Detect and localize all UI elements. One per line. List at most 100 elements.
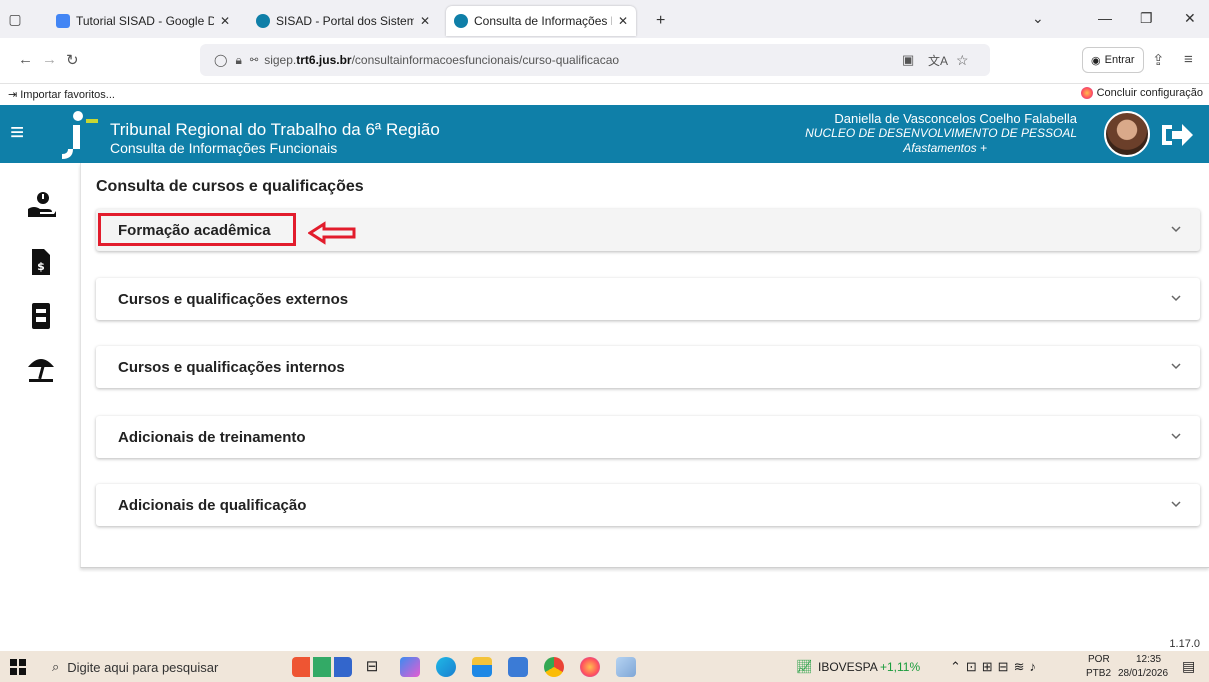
signin-label: Entrar bbox=[1104, 54, 1135, 66]
setup-link[interactable]: Concluir configuração bbox=[1080, 87, 1203, 99]
close-tab-icon[interactable]: ✕ bbox=[618, 14, 628, 28]
browser-nav-bar: ← → ↻ ◯ 🔒︎ ⚯ sigep. trt6.jus.br/consultai… bbox=[0, 38, 1209, 84]
permissions-icon[interactable]: ⚯ bbox=[250, 55, 258, 66]
bookmark-star-icon[interactable]: ☆ bbox=[956, 52, 969, 69]
edge-browser-icon[interactable] bbox=[436, 657, 456, 677]
restore-icon[interactable]: ❐ bbox=[1140, 10, 1153, 27]
chevron-down-icon[interactable]: ⌄ bbox=[1032, 10, 1044, 27]
panel-cursos-internos[interactable]: Cursos e qualificações internos bbox=[96, 346, 1200, 388]
url-prefix: sigep. bbox=[264, 53, 297, 67]
copilot-icon[interactable] bbox=[400, 657, 420, 677]
invoice-icon[interactable]: $ bbox=[26, 247, 56, 277]
panel-cursos-externos[interactable]: Cursos e qualificações externos bbox=[96, 278, 1200, 320]
translate-icon[interactable]: 文A bbox=[928, 52, 948, 69]
trt6-logo-icon bbox=[62, 111, 98, 159]
file-explorer-icon[interactable] bbox=[472, 657, 492, 677]
menu-icon[interactable]: ≡ bbox=[1184, 51, 1193, 68]
tab-consulta-informacoes[interactable]: Consulta de Informações Funcio ✕ bbox=[446, 6, 637, 36]
lock-icon[interactable]: 🔒︎ bbox=[235, 53, 241, 68]
user-name: Daniella de Vasconcelos Coelho Falabella bbox=[834, 111, 1077, 126]
close-tab-icon[interactable]: ✕ bbox=[220, 14, 230, 28]
system-name: Consulta de Informações Funcionais bbox=[110, 140, 338, 156]
windows-start-icon[interactable] bbox=[10, 659, 26, 675]
page-title: Consulta de cursos e qualificações bbox=[96, 178, 364, 195]
tab-title: Tutorial SISAD - Google Docs bbox=[76, 14, 214, 28]
taskbar-search-input[interactable]: ⌕ Digite aqui para pesquisar bbox=[48, 655, 266, 679]
panel-adicionais-qualificacao[interactable]: Adicionais de qualificação bbox=[96, 484, 1200, 526]
search-icon: ⌕ bbox=[52, 659, 60, 674]
user-status-link[interactable]: Afastamentos + bbox=[717, 141, 1077, 156]
highlight-box bbox=[98, 213, 296, 246]
paint-brushes-icon[interactable] bbox=[292, 657, 352, 677]
panel-label: Adicionais de treinamento bbox=[118, 428, 306, 446]
import-icon: ⇥ bbox=[8, 89, 18, 101]
google-docs-icon bbox=[56, 14, 70, 28]
tab-title: SISAD - Portal dos Sistemas Adi bbox=[276, 14, 414, 28]
panel-label: Cursos e qualificações externos bbox=[118, 290, 349, 308]
tab-sisad-portal[interactable]: SISAD - Portal dos Sistemas Adi ✕ bbox=[248, 6, 438, 36]
system-tray-icons[interactable]: ⌃⊡⊞⊟≋♪ bbox=[950, 659, 1041, 675]
clock-date[interactable]: 28/01/2026 bbox=[1118, 668, 1168, 679]
avatar[interactable] bbox=[1104, 111, 1150, 157]
hand-money-icon[interactable] bbox=[26, 189, 56, 219]
stock-name[interactable]: IBOVESPA bbox=[818, 660, 878, 674]
close-window-icon[interactable]: ✕ bbox=[1184, 10, 1196, 27]
firefox-taskbar-icon[interactable] bbox=[580, 657, 600, 677]
chevron-down-icon bbox=[1171, 433, 1181, 440]
chevron-down-icon bbox=[1171, 226, 1181, 233]
stock-chart-icon: 📈︎ bbox=[796, 659, 813, 674]
panel-label: Adicionais de qualificação bbox=[118, 496, 307, 514]
chevron-down-icon bbox=[1171, 363, 1181, 370]
tab-list-icon[interactable]: ▢ bbox=[6, 10, 24, 28]
lang-bottom[interactable]: PTB2 bbox=[1086, 668, 1111, 679]
account-icon: ◉ bbox=[1091, 54, 1101, 67]
back-icon[interactable]: ← bbox=[18, 51, 33, 68]
trt-favicon-icon bbox=[454, 14, 468, 28]
trt-favicon-icon bbox=[256, 14, 270, 28]
reader-view-icon[interactable]: ▣ bbox=[902, 52, 914, 68]
store-icon[interactable] bbox=[508, 657, 528, 677]
chevron-down-icon bbox=[1171, 501, 1181, 508]
shield-icon[interactable]: ◯ bbox=[214, 53, 227, 67]
panel-adicionais-treinamento[interactable]: Adicionais de treinamento bbox=[96, 416, 1200, 458]
close-tab-icon[interactable]: ✕ bbox=[420, 14, 430, 28]
panel-label: Cursos e qualificações internos bbox=[118, 358, 345, 376]
setup-label: Concluir configuração bbox=[1096, 87, 1203, 99]
logout-icon[interactable] bbox=[1160, 121, 1194, 149]
org-name: Tribunal Regional do Trabalho da 6ª Regi… bbox=[110, 120, 440, 139]
url-path: /consultainformacoesfuncionais/curso-qua… bbox=[351, 53, 620, 67]
bookmarks-bar: ⇥ Importar favoritos... Concluir configu… bbox=[0, 84, 1209, 105]
minimize-icon[interactable]: — bbox=[1098, 10, 1112, 26]
forward-icon[interactable]: → bbox=[42, 51, 57, 68]
reload-icon[interactable]: ↻ bbox=[66, 51, 79, 69]
task-view-icon[interactable]: ⊟ bbox=[362, 657, 382, 677]
user-unit: NUCLEO DE DESENVOLVIMENTO DE PESSOAL bbox=[805, 126, 1077, 140]
browser-tab-bar: ▢ Tutorial SISAD - Google Docs ✕ SISAD -… bbox=[0, 0, 1209, 38]
notifications-icon[interactable]: ▤ bbox=[1182, 658, 1195, 675]
address-bar[interactable]: ◯ 🔒︎ ⚯ sigep. trt6.jus.br/consultainforma… bbox=[200, 44, 990, 76]
url-domain: trt6.jus.br bbox=[296, 53, 352, 67]
chevron-down-icon bbox=[1171, 295, 1181, 302]
new-tab-icon[interactable]: + bbox=[656, 12, 665, 30]
lang-top[interactable]: POR bbox=[1088, 654, 1110, 665]
signin-button[interactable]: ◉ Entrar bbox=[1082, 47, 1144, 73]
taskbar: ⌕ Digite aqui para pesquisar ⊟ 📈︎ IBOVES… bbox=[0, 651, 1209, 682]
tab-google-docs[interactable]: Tutorial SISAD - Google Docs ✕ bbox=[48, 6, 238, 36]
beach-umbrella-icon[interactable] bbox=[26, 353, 56, 383]
stock-change: +1,11% bbox=[880, 660, 921, 674]
hamburger-menu-icon[interactable]: ≡ bbox=[10, 121, 24, 145]
user-info: Daniella de Vasconcelos Coelho Falabella… bbox=[717, 111, 1077, 156]
pointer-arrow-icon bbox=[308, 221, 356, 245]
chrome-icon[interactable] bbox=[544, 657, 564, 677]
tab-title: Consulta de Informações Funcio bbox=[474, 14, 612, 28]
clock-time[interactable]: 12:35 bbox=[1136, 654, 1161, 665]
app-version: 1.17.0 bbox=[1169, 638, 1200, 650]
id-badge-icon[interactable] bbox=[26, 301, 56, 331]
paint-app-icon[interactable] bbox=[616, 657, 636, 677]
share-icon[interactable]: ⇪ bbox=[1152, 51, 1165, 69]
bookmark-import-link[interactable]: Importar favoritos... bbox=[20, 89, 115, 101]
firefox-icon bbox=[1080, 87, 1093, 99]
svg-text:$: $ bbox=[37, 260, 45, 273]
search-placeholder: Digite aqui para pesquisar bbox=[67, 659, 219, 675]
sidebar: $ bbox=[0, 163, 80, 573]
